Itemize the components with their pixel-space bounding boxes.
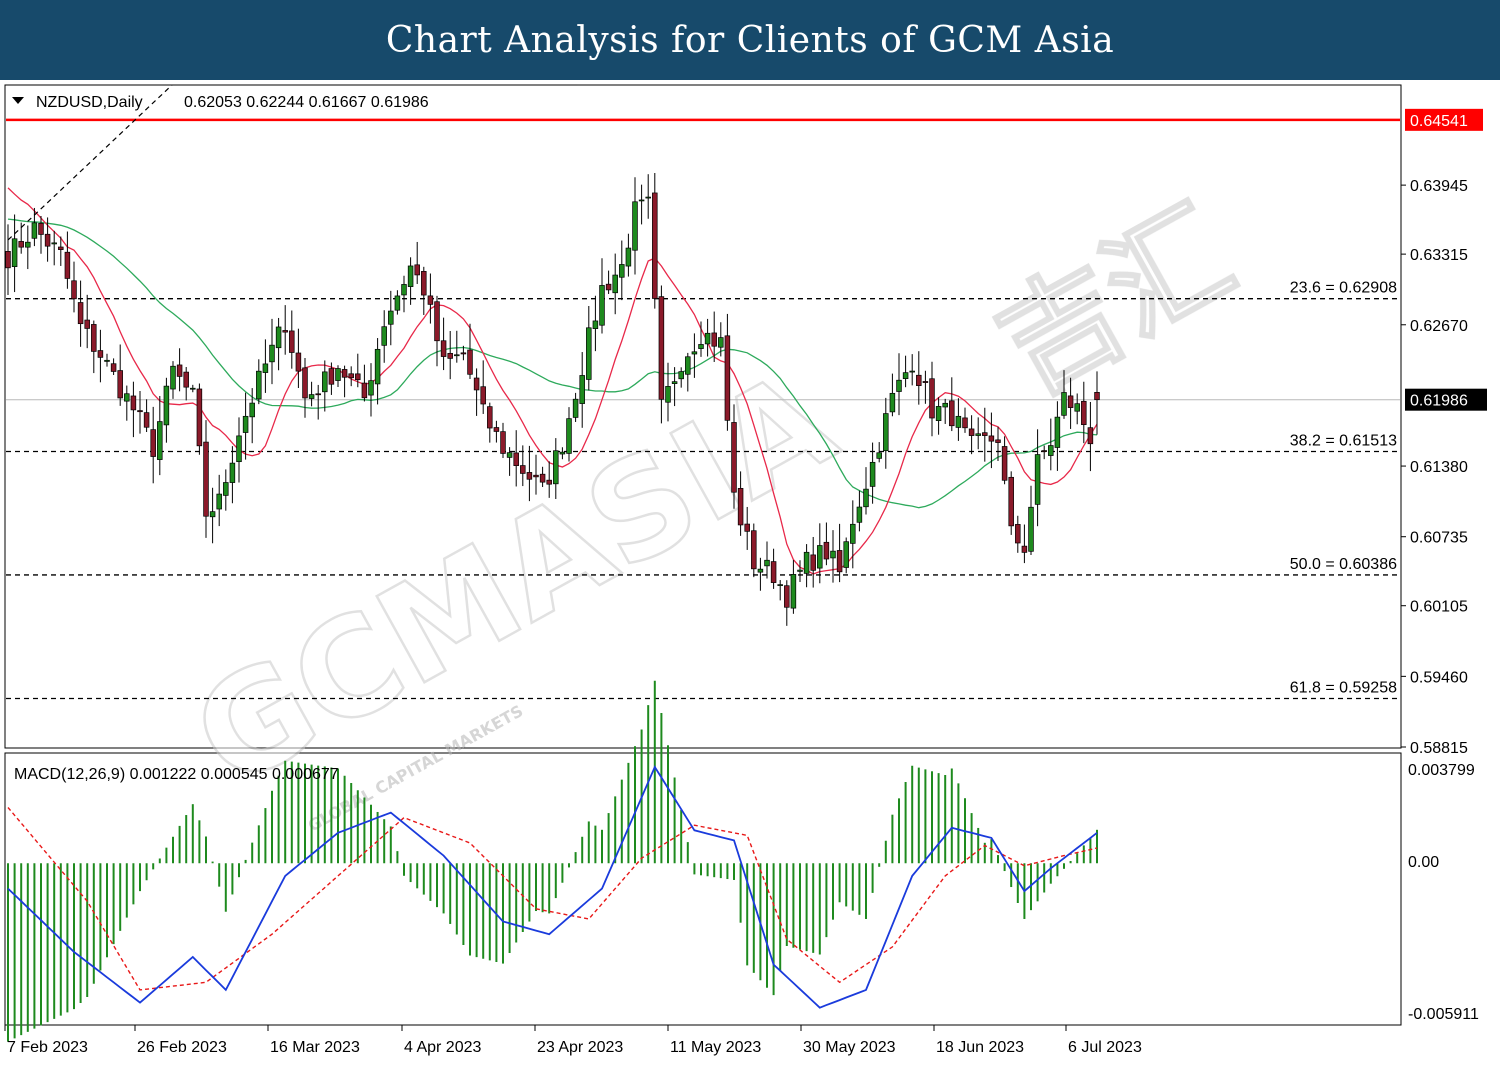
candle-29 [196,383,203,455]
x-tick-label-6: 30 May 2023 [803,1039,896,1056]
current-price-tag: 0.61986 [1405,388,1487,411]
x-tick-label-7: 18 Jun 2023 [936,1039,1024,1056]
fib-label-0: 23.6 = 0.62908 [1290,280,1397,297]
candle-113 [751,523,757,578]
x-tick-label-2: 16 Mar 2023 [270,1039,360,1056]
macd-axis-bottom: -0.005911 [1408,1006,1479,1023]
y-tick-label-3: 0.61380 [1410,459,1468,476]
x-tick-label-0: 7 Feb 2023 [7,1039,88,1056]
x-tick-label-5: 11 May 2023 [670,1039,761,1056]
candle-152 [1008,471,1014,535]
price-chart: GCMASIA 吉汇 GLOBAL CAPITAL MARKETS NZDUSD… [4,84,1487,1056]
x-tick-label-4: 23 Apr 2023 [537,1039,623,1056]
svg-text:0.61986: 0.61986 [1410,393,1468,410]
macd-axis-zero: 0.00 [1408,854,1439,871]
svg-text:0.64541: 0.64541 [1410,113,1468,130]
y-tick-label-6: 0.59460 [1410,669,1468,686]
y-tick-label-4: 0.60735 [1410,530,1468,547]
ohlc-values: 0.62053 0.62244 0.61667 0.61986 [184,94,429,111]
y-tick-label-5: 0.60105 [1410,599,1468,616]
y-tick-label-7: 0.58815 [1410,740,1468,757]
macd-axis-top: 0.003799 [1408,762,1475,779]
fib-label-1: 38.2 = 0.61513 [1290,432,1397,449]
y-tick-label-0: 0.63945 [1410,178,1468,195]
fib-label-3: 61.8 = 0.59258 [1290,679,1397,696]
macd-panel [4,752,1402,1026]
resistance-price-tag: 0.64541 [1405,108,1483,131]
x-tick-label-1: 26 Feb 2023 [137,1039,227,1056]
y-tick-label-2: 0.62670 [1410,318,1468,335]
x-tick-label-8: 6 Jul 2023 [1068,1039,1142,1056]
x-tick-label-3: 4 Apr 2023 [404,1039,482,1056]
macd-label: MACD(12,26,9) 0.001222 0.000545 0.000677 [14,766,339,783]
y-tick-label-1: 0.63315 [1410,247,1468,264]
symbol-label: NZDUSD,Daily [36,94,143,111]
candle-98 [652,173,658,309]
fib-label-2: 50.0 = 0.60386 [1290,556,1397,573]
